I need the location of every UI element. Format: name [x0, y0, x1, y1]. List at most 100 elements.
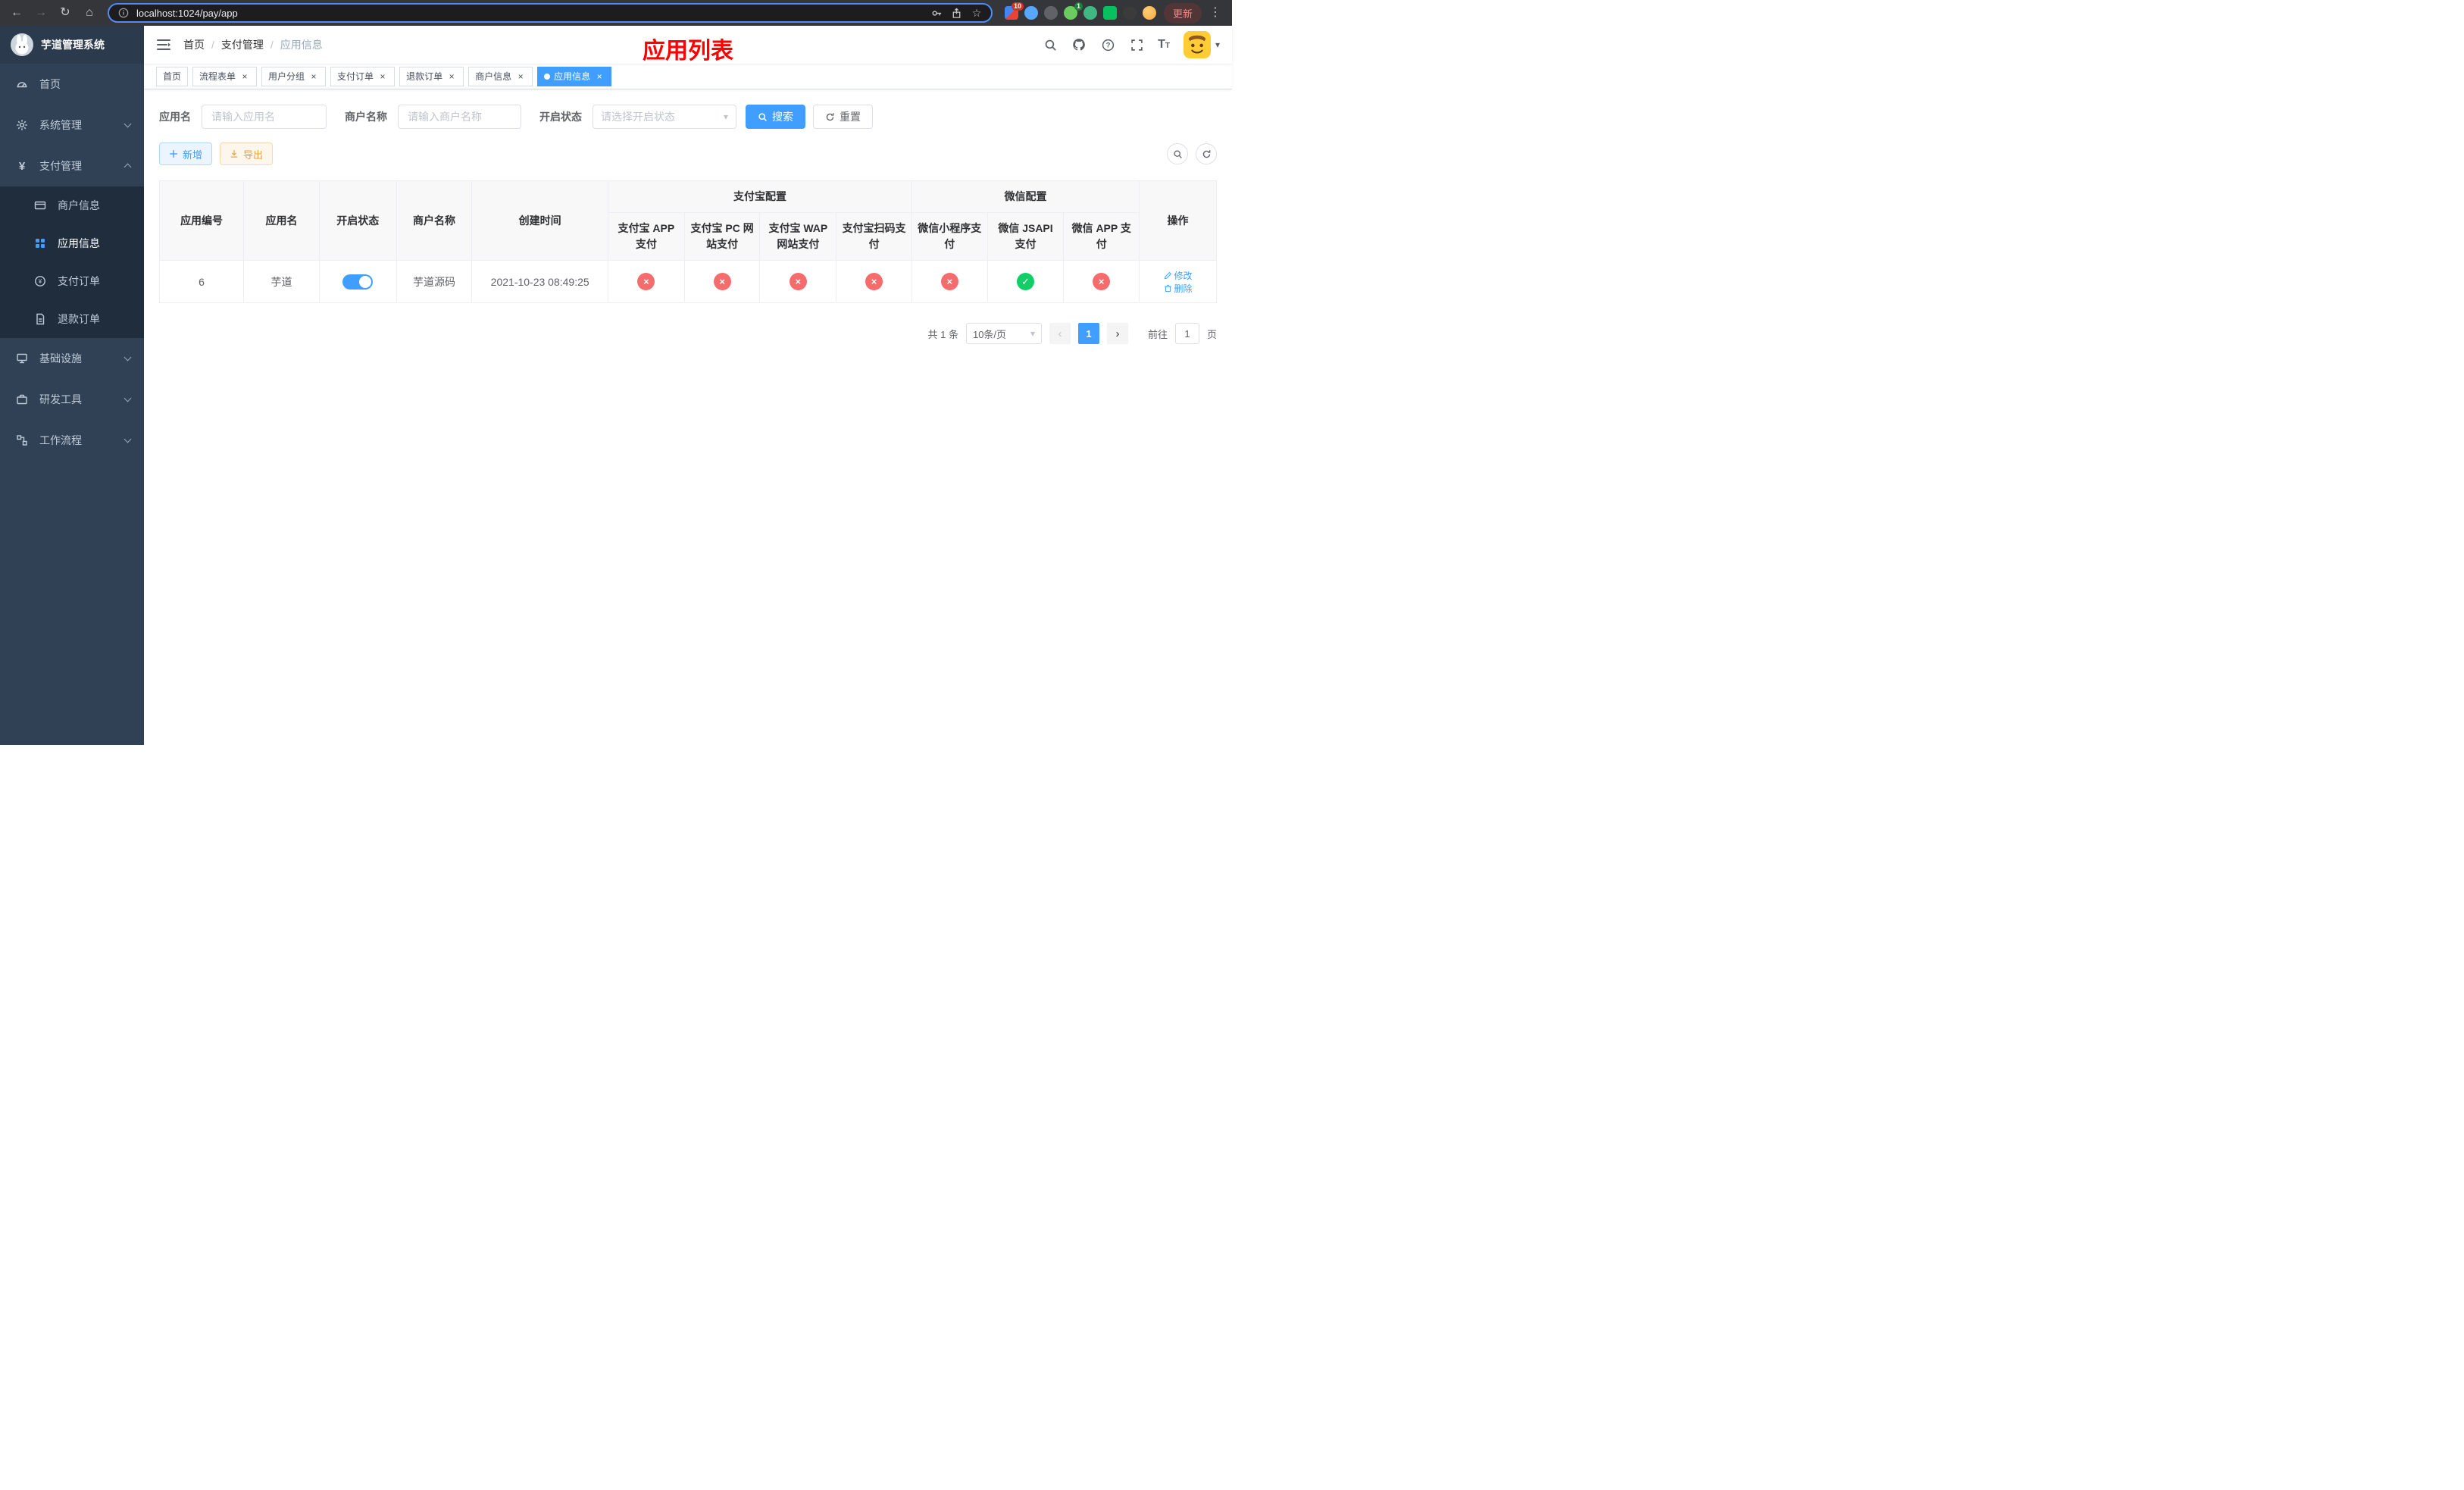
- refresh-button[interactable]: [1196, 143, 1217, 164]
- home-icon[interactable]: ⌂: [79, 2, 100, 23]
- status-select[interactable]: 请选择开启状态 ▾: [593, 105, 736, 129]
- app-name-input[interactable]: [202, 105, 327, 129]
- font-size-icon[interactable]: TT: [1158, 38, 1170, 52]
- add-button[interactable]: 新增: [159, 142, 213, 165]
- cell-alipay-app: ×: [608, 260, 685, 303]
- sidebar-item-workflow[interactable]: 工作流程: [0, 420, 144, 461]
- navbar-actions: ? TT ▾: [1043, 31, 1220, 58]
- sidebar-item-refund-orders[interactable]: 退款订单: [0, 300, 144, 338]
- tag-process-form[interactable]: 流程表单 ×: [192, 66, 258, 86]
- current-page[interactable]: 1: [1077, 323, 1099, 344]
- tag-label: 流程表单: [199, 71, 236, 82]
- page-unit-label: 页: [1206, 328, 1217, 340]
- cell-alipay-pc: ×: [683, 260, 761, 303]
- tag-pay-orders[interactable]: 支付订单 ×: [330, 66, 396, 86]
- share-icon[interactable]: [950, 6, 964, 20]
- edit-button[interactable]: 修改: [1164, 269, 1193, 282]
- logo-avatar: [11, 33, 33, 56]
- tag-user-group[interactable]: 用户分组 ×: [261, 66, 327, 86]
- app-logo[interactable]: 芋道管理系统: [0, 26, 144, 64]
- delete-button[interactable]: 删除: [1164, 282, 1193, 295]
- search-icon[interactable]: [1043, 37, 1058, 52]
- forward-icon[interactable]: →: [30, 2, 52, 23]
- reload-icon[interactable]: ↻: [55, 2, 76, 23]
- extension-icon-3[interactable]: [1043, 6, 1058, 20]
- search-button[interactable]: 搜索: [746, 105, 805, 129]
- tag-refund-orders[interactable]: 退款订单 ×: [399, 66, 464, 86]
- toggle-search-button[interactable]: [1167, 143, 1188, 164]
- sidebar-item-label: 支付订单: [58, 275, 100, 287]
- back-icon[interactable]: ←: [6, 2, 27, 23]
- gear-icon: [15, 119, 29, 131]
- close-icon[interactable]: ×: [308, 71, 319, 82]
- sidebar-item-label: 商户信息: [58, 199, 100, 211]
- breadcrumb-payment[interactable]: 支付管理: [221, 37, 264, 52]
- sidebar-item-merchant-info[interactable]: 商户信息: [0, 186, 144, 224]
- browser-menu-icon[interactable]: ⋮: [1205, 2, 1226, 23]
- profile-avatar[interactable]: [1142, 6, 1156, 20]
- sidebar-item-infrastructure[interactable]: 基础设施: [0, 338, 144, 379]
- breadcrumb-home[interactable]: 首页: [183, 37, 205, 52]
- password-key-icon[interactable]: [930, 6, 944, 20]
- chevron-down-icon: ▾: [1215, 39, 1220, 50]
- disabled-cross-icon: ×: [637, 273, 655, 290]
- address-bar[interactable]: localhost:1024/pay/app ☆: [108, 3, 993, 23]
- github-icon[interactable]: [1071, 37, 1087, 52]
- update-button[interactable]: 更新: [1163, 2, 1202, 23]
- chevron-down-icon: [124, 394, 132, 402]
- tag-app-info[interactable]: 应用信息 ×: [537, 66, 612, 86]
- page-size-select[interactable]: 10条/页 ▾: [965, 323, 1042, 344]
- reset-button[interactable]: 重置: [813, 105, 873, 129]
- extension-icon-6[interactable]: [1102, 6, 1117, 20]
- next-page-button[interactable]: ›: [1106, 323, 1128, 344]
- sidebar-item-app-info[interactable]: 应用信息: [0, 224, 144, 262]
- tag-home[interactable]: 首页: [156, 66, 189, 86]
- url-text[interactable]: localhost:1024/pay/app: [136, 8, 924, 19]
- toolbox-icon: [15, 393, 29, 405]
- close-icon[interactable]: ×: [515, 71, 526, 82]
- filter-form: 应用名 商户名称 开启状态 请选择开启状态 ▾ 搜索 重置: [159, 105, 1217, 129]
- cell-wechat-app: ×: [1063, 260, 1140, 303]
- col-header-created: 创建时间: [471, 180, 609, 261]
- svg-text:¥: ¥: [38, 278, 42, 285]
- close-icon[interactable]: ×: [446, 71, 457, 82]
- extension-icon-7[interactable]: [1122, 6, 1137, 20]
- export-button[interactable]: 导出: [220, 142, 274, 165]
- close-icon[interactable]: ×: [377, 71, 388, 82]
- close-icon[interactable]: ×: [239, 71, 250, 82]
- extension-icon-2[interactable]: [1024, 6, 1038, 20]
- sidebar-item-pay-orders[interactable]: ¥ 支付订单: [0, 262, 144, 300]
- goto-label: 前往: [1147, 328, 1168, 340]
- table-toolbar: 新增 导出: [159, 142, 1217, 165]
- close-icon[interactable]: ×: [594, 71, 605, 82]
- document-icon: [33, 313, 47, 325]
- search-button-label: 搜索: [772, 111, 793, 123]
- user-avatar[interactable]: ▾: [1183, 31, 1220, 58]
- sidebar-item-payment[interactable]: ¥ 支付管理: [0, 146, 144, 186]
- sidebar-item-home[interactable]: 首页: [0, 64, 144, 105]
- export-button-label: 导出: [243, 149, 264, 161]
- browser-chrome: ← → ↻ ⌂ localhost:1024/pay/app ☆ 10 1 更新…: [0, 0, 1232, 26]
- help-icon[interactable]: ?: [1100, 37, 1115, 52]
- tag-merchant-info[interactable]: 商户信息 ×: [468, 66, 533, 86]
- monitor-icon: [15, 352, 29, 365]
- sidebar-item-system[interactable]: 系统管理: [0, 105, 144, 146]
- extension-icon-5[interactable]: [1083, 6, 1097, 20]
- chevron-down-icon: [124, 120, 132, 128]
- goto-page-input[interactable]: [1174, 323, 1199, 344]
- site-info-icon[interactable]: [117, 6, 130, 20]
- extension-icon-1[interactable]: 10: [1004, 2, 1024, 20]
- hamburger-icon[interactable]: [156, 37, 171, 52]
- pagination: 共 1 条 10条/页 ▾ ‹ 1 › 前往 页: [159, 323, 1217, 344]
- sidebar-item-dev-tools[interactable]: 研发工具: [0, 379, 144, 420]
- fullscreen-icon[interactable]: [1129, 37, 1144, 52]
- bookmark-star-icon[interactable]: ☆: [970, 6, 983, 20]
- app-name-label: 应用名: [159, 111, 191, 123]
- status-toggle[interactable]: [342, 274, 374, 290]
- merchant-name-input[interactable]: [398, 105, 521, 129]
- chevron-down-icon: ▾: [1030, 328, 1035, 339]
- col-header-wechat-jsapi: 微信 JSAPI 支付: [987, 212, 1065, 261]
- extension-icon-4[interactable]: 1: [1063, 2, 1083, 20]
- prev-page-button[interactable]: ‹: [1049, 323, 1071, 344]
- sidebar-item-label: 系统管理: [39, 119, 82, 131]
